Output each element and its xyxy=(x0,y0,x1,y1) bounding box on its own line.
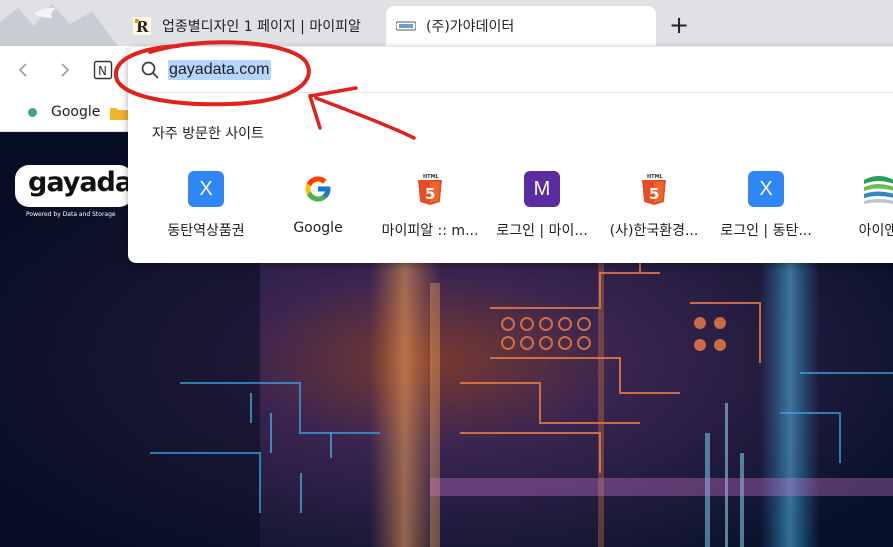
address-bar[interactable]: gayadata.com xyxy=(128,47,893,93)
x-site-icon: X xyxy=(748,171,784,207)
svg-text:HTML: HTML xyxy=(423,174,440,180)
back-button[interactable] xyxy=(10,57,36,83)
html5-icon: HTML 5 xyxy=(636,171,672,207)
shortcut-label: 마이피알 :: m... xyxy=(381,223,479,239)
svg-text:5: 5 xyxy=(649,185,659,203)
shortcut-label: Google xyxy=(293,220,343,236)
extension-button[interactable]: N xyxy=(90,57,116,83)
gaya-favicon-icon xyxy=(396,16,416,36)
shortcut-label: (사)한국환경... xyxy=(609,223,699,239)
bookmark-label: Google xyxy=(51,104,101,120)
x-site-icon: X xyxy=(188,171,224,207)
shortcut-tile[interactable]: X 동탄역상품권 xyxy=(150,169,262,249)
shortcut-tile[interactable]: X 로그인 | 동탄... xyxy=(710,169,822,249)
shortcut-label: 로그인 | 동탄... xyxy=(720,223,812,239)
google-icon xyxy=(300,171,336,207)
new-tab-button[interactable]: + xyxy=(666,13,692,39)
shortcut-label: 동탄역상품권 xyxy=(167,223,245,239)
tab-mypr[interactable]: R 업종별디자인 1 페이지 | 마이피알 xyxy=(122,6,380,46)
shortcut-label: 아이앤 xyxy=(858,223,893,239)
notion-extension-icon: N xyxy=(93,60,113,80)
shortcut-tile[interactable]: HTML 5 마이피알 :: m... xyxy=(374,169,486,249)
svg-text:N: N xyxy=(98,64,107,78)
site-logo[interactable]: gayada xyxy=(28,167,133,198)
stripes-icon xyxy=(860,171,893,207)
shortcut-tile[interactable]: Google xyxy=(262,169,374,249)
pr-logo-icon: R xyxy=(132,16,152,36)
omnibox-dropdown: gayadata.com 자주 방문한 사이트 X 동탄역상품권 Google … xyxy=(128,47,893,263)
svg-text:5: 5 xyxy=(425,185,435,203)
html5-icon: HTML 5 xyxy=(412,171,448,207)
bookmark-folder[interactable] xyxy=(110,106,128,120)
tab-strip: R 업종별디자인 1 페이지 | 마이피알 (주)가야데이터 + xyxy=(0,0,893,46)
svg-text:HTML: HTML xyxy=(647,174,664,180)
shortcut-tile[interactable]: 아이앤 xyxy=(822,169,893,249)
tab-title: (주)가야데이터 xyxy=(426,19,515,35)
google-dot-icon xyxy=(28,107,37,117)
theme-mountains-decoration xyxy=(0,4,118,46)
shortcut-tile[interactable]: HTML 5 (사)한국환경... xyxy=(598,169,710,249)
back-arrow-icon xyxy=(18,63,27,77)
bookmark-google[interactable]: Google xyxy=(28,104,100,120)
search-icon xyxy=(141,61,159,79)
m-site-icon: M xyxy=(524,171,560,207)
folder-icon xyxy=(110,108,128,120)
most-visited-heading: 자주 방문한 사이트 xyxy=(152,126,264,142)
shortcut-label: 로그인 | 마이... xyxy=(496,223,588,239)
tab-gayadata[interactable]: (주)가야데이터 xyxy=(386,6,656,46)
forward-button[interactable] xyxy=(52,57,78,83)
shortcut-tile[interactable]: M 로그인 | 마이... xyxy=(486,169,598,249)
site-logo-tagline: Powered by Data and Storage xyxy=(26,211,116,218)
tab-title: 업종별디자인 1 페이지 | 마이피알 xyxy=(162,19,361,35)
forward-arrow-icon xyxy=(61,63,70,77)
address-input[interactable]: gayadata.com xyxy=(168,60,271,80)
